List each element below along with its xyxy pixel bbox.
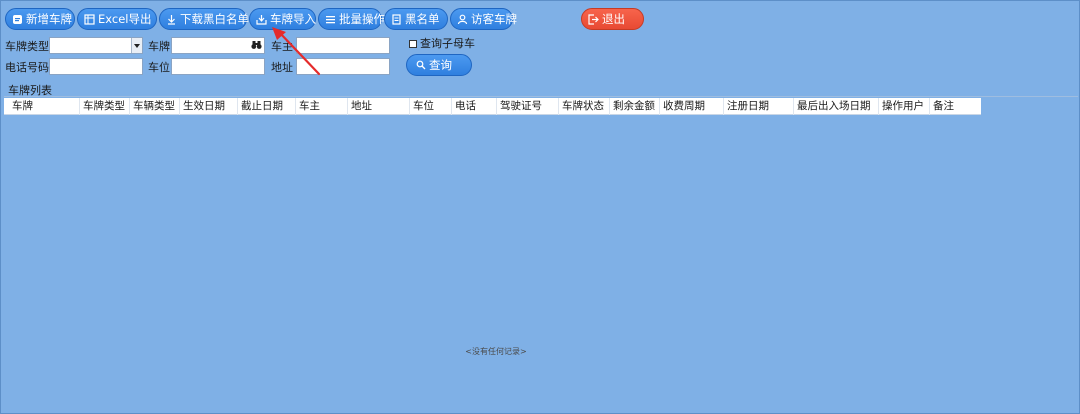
logout-icon <box>588 14 599 25</box>
excel-export-label: Excel导出 <box>98 12 152 26</box>
column-header[interactable]: 车位 <box>410 98 452 115</box>
binoculars-icon[interactable] <box>251 40 262 50</box>
visitor-plate-label: 访客车牌 <box>471 12 517 26</box>
exit-label: 退出 <box>602 12 625 26</box>
plate-type-label: 车牌类型 <box>5 40 49 53</box>
column-header[interactable]: 车主 <box>296 98 348 115</box>
phone-input[interactable] <box>49 58 143 75</box>
main-window: 新增车牌 Excel导出 下载黑白名单 车牌导入 批量操作 黑名单 访客车牌 退… <box>0 0 1080 414</box>
plate-import-label: 车牌导入 <box>270 12 316 26</box>
column-header[interactable]: 车牌状态 <box>559 98 610 115</box>
batch-ops-button[interactable]: 批量操作 <box>318 8 385 30</box>
column-header[interactable]: 驾驶证号 <box>497 98 559 115</box>
blacklist-label: 黑名单 <box>405 12 440 26</box>
column-header[interactable]: 截止日期 <box>238 98 296 115</box>
query-sub-checkbox[interactable] <box>409 40 417 48</box>
column-header[interactable]: 备注 <box>930 98 981 115</box>
plate-input[interactable] <box>171 37 265 54</box>
column-header[interactable]: 操作用户 <box>879 98 930 115</box>
add-plate-label: 新增车牌 <box>26 12 72 26</box>
space-input[interactable] <box>171 58 265 75</box>
plate-type-select[interactable] <box>49 37 143 54</box>
blacklist-button[interactable]: 黑名单 <box>384 8 448 30</box>
download-blacklist-label: 下载黑白名单 <box>180 12 249 26</box>
column-header[interactable]: 车牌 <box>4 98 80 115</box>
chevron-down-icon[interactable] <box>131 38 142 53</box>
import-icon <box>256 14 267 25</box>
column-header[interactable]: 电话 <box>452 98 497 115</box>
section-divider <box>4 96 1078 97</box>
excel-export-button[interactable]: Excel导出 <box>77 8 157 30</box>
query-sub-label: 查询子母车 <box>420 37 475 50</box>
download-blacklist-button[interactable]: 下载黑白名单 <box>159 8 249 30</box>
plate-label: 车牌 <box>148 40 170 53</box>
column-header[interactable]: 地址 <box>348 98 410 115</box>
column-header[interactable]: 最后出入场日期 <box>794 98 879 115</box>
column-header[interactable]: 收费周期 <box>660 98 724 115</box>
query-label: 查询 <box>429 58 452 72</box>
empty-message: <没有任何记录> <box>465 347 527 356</box>
column-header[interactable]: 生效日期 <box>180 98 238 115</box>
column-header[interactable]: 剩余金额 <box>610 98 660 115</box>
search-icon <box>416 60 426 70</box>
list-icon <box>325 14 336 25</box>
column-header[interactable]: 车牌类型 <box>80 98 130 115</box>
add-plate-button[interactable]: 新增车牌 <box>5 8 75 30</box>
table-header: 车牌 车牌类型 车辆类型 生效日期 截止日期 车主 地址 车位 电话 驾驶证号 … <box>4 98 981 115</box>
document-icon <box>391 14 402 25</box>
exit-button[interactable]: 退出 <box>581 8 644 30</box>
annotation-arrow-icon <box>269 27 325 79</box>
column-header[interactable]: 注册日期 <box>724 98 794 115</box>
batch-ops-label: 批量操作 <box>339 12 385 26</box>
phone-label: 电话号码 <box>5 61 49 74</box>
table-icon <box>84 14 95 25</box>
query-button[interactable]: 查询 <box>406 54 472 76</box>
column-header[interactable]: 车辆类型 <box>130 98 180 115</box>
add-icon <box>12 14 23 25</box>
user-icon <box>457 14 468 25</box>
space-label: 车位 <box>148 61 170 74</box>
download-icon <box>166 14 177 25</box>
visitor-plate-button[interactable]: 访客车牌 <box>450 8 517 30</box>
